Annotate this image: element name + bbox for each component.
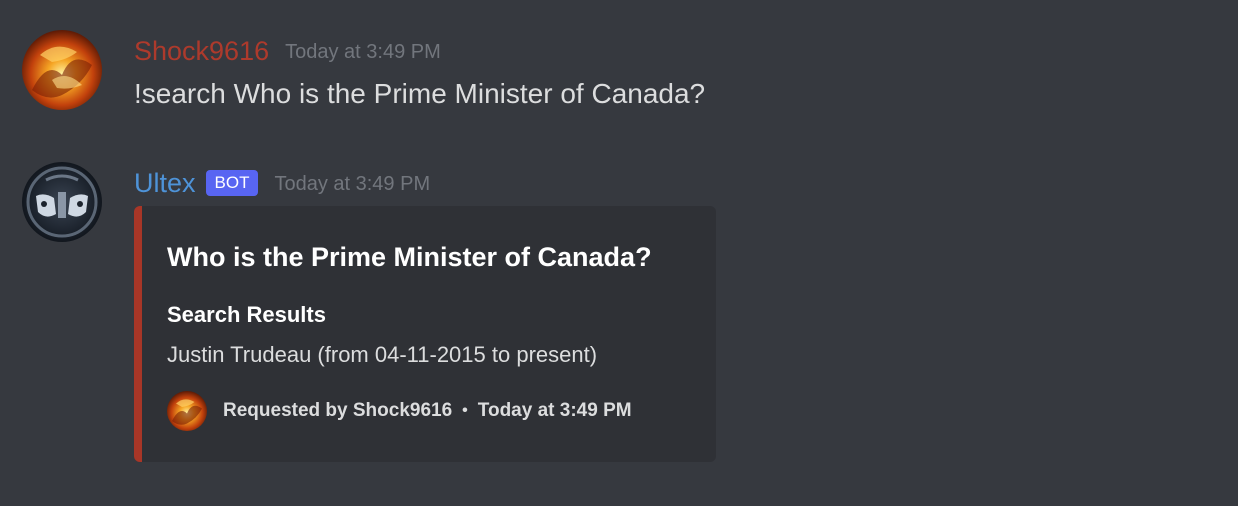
message-content: !search Who is the Prime Minister of Can…	[134, 78, 706, 109]
author-name[interactable]: Ultex	[134, 165, 196, 201]
embed-field-value: Justin Trudeau (from 04-11-2015 to prese…	[167, 342, 598, 367]
embed-title: Who is the Prime Minister of Canada?	[167, 242, 652, 272]
footer-separator: •	[462, 402, 468, 419]
message-header: Ultex BOT Today at 3:49 PM	[134, 164, 430, 202]
footer-timestamp: Today at 3:49 PM	[477, 400, 632, 421]
message-timestamp: Today at 3:49 PM	[285, 41, 441, 63]
flame-avatar-icon[interactable]	[22, 30, 102, 110]
embed-field-name: Search Results	[167, 302, 326, 327]
robot-avatar-icon[interactable]	[22, 162, 102, 242]
message-timestamp: Today at 3:49 PM	[274, 173, 431, 195]
bot-badge: BOT	[205, 170, 259, 196]
chat-messages: Shock9616 Today at 3:49 PM !search Who i…	[0, 0, 1238, 506]
embed-footer: Requested by Shock9616 • Today at 3:49 P…	[167, 391, 632, 431]
author-name[interactable]: Shock9616	[134, 33, 269, 69]
footer-requested-by: Requested by Shock9616	[223, 400, 453, 421]
flame-avatar-icon	[167, 391, 207, 431]
message-header: Shock9616 Today at 3:49 PM	[134, 32, 441, 70]
search-result-embed: Who is the Prime Minister of Canada? Sea…	[134, 206, 716, 462]
